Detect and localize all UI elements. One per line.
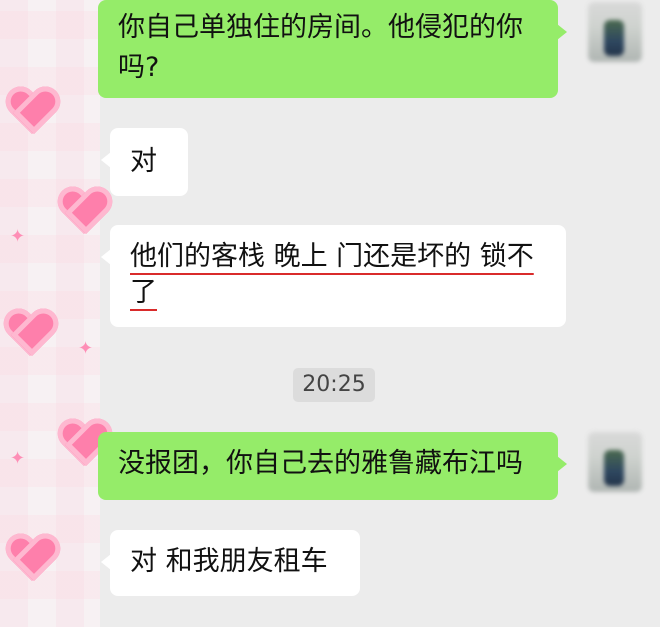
heart-icon <box>56 188 112 238</box>
sparkle-icon: ✦ <box>78 338 94 359</box>
my-avatar[interactable] <box>588 2 642 62</box>
message-bubble-outgoing[interactable]: 没报团，你自己去的雅鲁藏布江吗 <box>98 432 567 500</box>
contact-avatar[interactable]: ✦ ✦ ✦ <box>0 0 100 627</box>
heart-icon <box>2 310 58 360</box>
my-avatar[interactable] <box>588 432 642 492</box>
heart-icon <box>4 535 60 585</box>
avatar-figure <box>604 20 624 56</box>
message-bubble-incoming[interactable]: 他们的客栈 晚上 门还是坏的 锁不 了 <box>101 225 566 327</box>
heart-icon <box>4 88 60 138</box>
message-text: 你自己单独住的房间。他侵犯的你吗? <box>118 12 523 83</box>
sparkle-icon: ✦ <box>10 226 26 247</box>
message-text: 对 和我朋友租车 <box>130 546 328 577</box>
message-bubble-outgoing[interactable]: 你自己单独住的房间。他侵犯的你吗? <box>98 0 567 98</box>
message-text-line: 他们的客栈 晚上 门还是坏的 锁不 <box>130 241 534 272</box>
message-text-line: 了 <box>130 277 157 308</box>
message-bubble-incoming[interactable]: 对 和我朋友租车 <box>101 530 360 596</box>
timestamp: 20:25 <box>293 368 375 402</box>
message-text: 对 <box>130 146 157 177</box>
chat-area: ✦ ✦ ✦ 你自己单独住的房间。他侵犯的你吗? 对 他们的客栈 晚上 门还是坏的… <box>0 0 660 627</box>
avatar-figure <box>604 450 624 486</box>
sparkle-icon: ✦ <box>10 448 26 469</box>
message-bubble-incoming[interactable]: 对 <box>101 128 188 196</box>
message-text: 没报团，你自己去的雅鲁藏布江吗 <box>118 448 523 479</box>
